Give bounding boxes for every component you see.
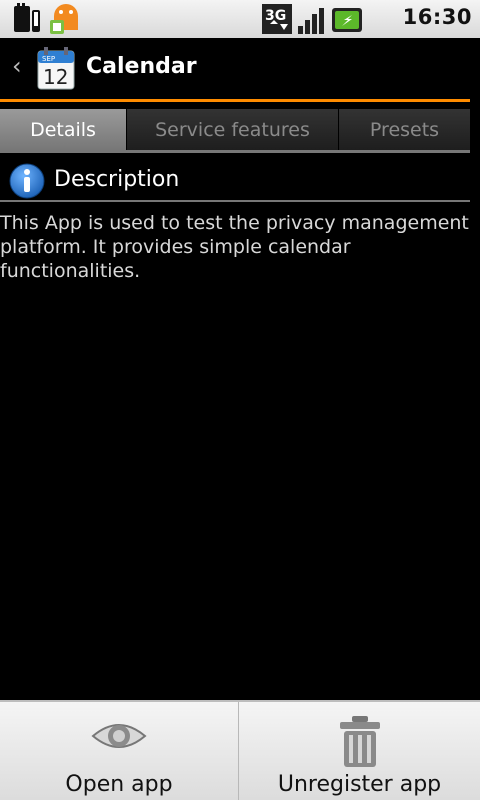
open-app-button[interactable]: Open app xyxy=(0,702,239,800)
app-screen: 3G 16:30 ‹ SEP 12 Calendar Details Servi… xyxy=(0,0,480,800)
open-app-label: Open app xyxy=(65,772,173,797)
calendar-icon: SEP 12 xyxy=(37,47,75,90)
back-chevron-icon[interactable]: ‹ xyxy=(12,52,22,80)
section-title: Description xyxy=(54,167,180,192)
notification-icons xyxy=(12,2,82,36)
tab-details[interactable]: Details xyxy=(0,109,126,150)
status-bar: 3G 16:30 xyxy=(0,0,480,38)
info-icon xyxy=(9,163,45,199)
bottom-action-bar: Open app Unregister app xyxy=(0,700,480,800)
svg-text:12: 12 xyxy=(43,65,68,89)
app-header: ‹ SEP 12 Calendar xyxy=(0,38,480,100)
unregister-app-label: Unregister app xyxy=(277,772,442,797)
signal-icon xyxy=(298,8,324,34)
tab-presets[interactable]: Presets xyxy=(339,109,470,150)
svg-text:SEP: SEP xyxy=(42,55,55,63)
header-divider xyxy=(0,99,470,102)
sd-card-icon xyxy=(14,3,78,34)
eye-icon xyxy=(91,724,147,748)
description-section-header: Description xyxy=(0,160,470,202)
description-text: This App is used to test the privacy man… xyxy=(0,212,469,282)
page-title: Calendar xyxy=(86,54,197,79)
unregister-app-button[interactable]: Unregister app xyxy=(240,702,479,800)
android-debug-icon xyxy=(50,4,78,34)
tab-bar: Details Service features Presets xyxy=(0,109,470,153)
battery-charging-icon xyxy=(332,8,362,32)
trash-icon xyxy=(339,716,380,767)
tab-service-features[interactable]: Service features xyxy=(127,109,338,150)
clock: 16:30 xyxy=(402,5,472,29)
3g-data-icon: 3G xyxy=(262,4,292,34)
status-right-icons: 3G xyxy=(262,4,362,34)
svg-text:3G: 3G xyxy=(265,8,286,24)
